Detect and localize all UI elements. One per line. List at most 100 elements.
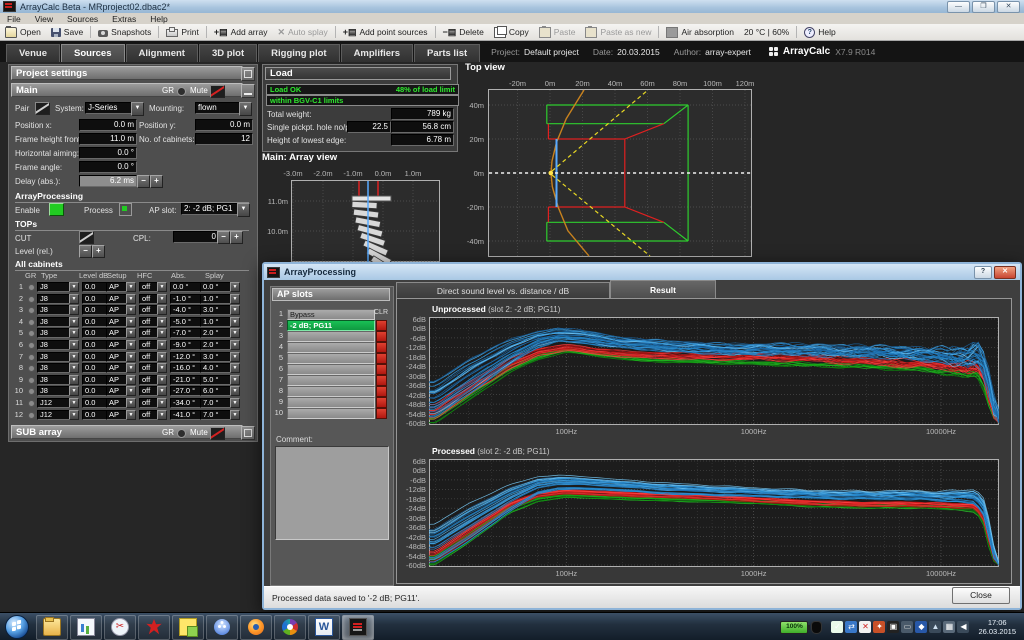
gr-dot[interactable] bbox=[28, 319, 35, 326]
taskbar-media-player[interactable] bbox=[70, 615, 102, 640]
dropdown-arrow-icon[interactable] bbox=[157, 294, 167, 304]
level-field[interactable]: 0.0 bbox=[82, 375, 108, 385]
splay-field[interactable]: 1.0 ° bbox=[200, 294, 232, 304]
level-minus-button[interactable]: − bbox=[79, 245, 92, 258]
type-select[interactable]: J8 bbox=[37, 363, 71, 373]
clr-button[interactable] bbox=[376, 386, 387, 397]
abs-field[interactable]: -1.0 ° bbox=[170, 294, 202, 304]
security-icon[interactable]: ◆ bbox=[915, 621, 927, 633]
dropdown-arrow-icon[interactable] bbox=[230, 352, 240, 362]
type-select[interactable]: J8 bbox=[37, 317, 71, 327]
splay-field[interactable]: 2.0 ° bbox=[200, 340, 232, 350]
splay-field[interactable]: 0.0 ° bbox=[200, 282, 232, 292]
mouse-icon[interactable] bbox=[811, 621, 822, 634]
cabinet-count-field[interactable]: 12 bbox=[195, 133, 253, 145]
update-icon[interactable]: ✦ bbox=[873, 621, 885, 633]
mounting-dropdown-icon[interactable] bbox=[239, 102, 252, 116]
type-select[interactable]: J12 bbox=[37, 398, 71, 408]
dropdown-arrow-icon[interactable] bbox=[126, 282, 136, 292]
abs-field[interactable]: -9.0 ° bbox=[170, 340, 202, 350]
dropdown-arrow-icon[interactable] bbox=[126, 305, 136, 315]
position-x-field[interactable]: 0.0 m bbox=[79, 119, 137, 131]
dropdown-arrow-icon[interactable] bbox=[230, 282, 240, 292]
taskbar-collaboration-app[interactable] bbox=[206, 615, 238, 640]
pickpoint-hole-field[interactable]: 22.5 bbox=[347, 121, 391, 133]
ap-slot-dropdown-icon[interactable] bbox=[237, 203, 250, 217]
splay-field[interactable]: 3.0 ° bbox=[200, 305, 232, 315]
comment-textarea[interactable] bbox=[275, 446, 389, 540]
clr-button[interactable] bbox=[376, 375, 387, 386]
dropdown-arrow-icon[interactable] bbox=[69, 317, 79, 327]
dropdown-arrow-icon[interactable] bbox=[157, 305, 167, 315]
level-field[interactable]: 0.0 bbox=[82, 282, 108, 292]
gr-dot[interactable] bbox=[28, 296, 35, 303]
dropdown-arrow-icon[interactable] bbox=[126, 294, 136, 304]
gr-dot[interactable] bbox=[28, 342, 35, 349]
dropdown-arrow-icon[interactable] bbox=[230, 317, 240, 327]
type-select[interactable]: J8 bbox=[37, 328, 71, 338]
project-settings-header[interactable]: Project settings bbox=[11, 66, 243, 80]
type-select[interactable]: J8 bbox=[37, 340, 71, 350]
level-field[interactable]: 0.0 bbox=[82, 340, 108, 350]
gr-dot[interactable] bbox=[28, 412, 35, 419]
dropdown-arrow-icon[interactable] bbox=[230, 340, 240, 350]
vm-icon[interactable]: ▣ bbox=[887, 621, 899, 633]
dropdown-arrow-icon[interactable] bbox=[69, 328, 79, 338]
taskbar-explorer[interactable] bbox=[36, 615, 68, 640]
abs-field[interactable]: -41.0 ° bbox=[170, 410, 202, 420]
dropdown-arrow-icon[interactable] bbox=[230, 328, 240, 338]
dialog-help-button[interactable]: ? bbox=[974, 266, 992, 279]
splay-field[interactable]: 4.0 ° bbox=[200, 363, 232, 373]
level-field[interactable]: 0.0 bbox=[82, 352, 108, 362]
dropdown-arrow-icon[interactable] bbox=[126, 340, 136, 350]
cpl-plus-button[interactable]: + bbox=[230, 231, 243, 244]
dropdown-arrow-icon[interactable] bbox=[69, 294, 79, 304]
sub-mute-button[interactable] bbox=[210, 427, 225, 440]
abs-field[interactable]: 0.0 ° bbox=[170, 282, 202, 292]
tab-alignment[interactable]: Alignment bbox=[126, 44, 198, 62]
toolbar-copy-button[interactable]: Copy bbox=[489, 25, 534, 39]
splay-field[interactable]: 7.0 ° bbox=[200, 398, 232, 408]
dropdown-arrow-icon[interactable] bbox=[157, 363, 167, 373]
gr-dot[interactable] bbox=[28, 377, 35, 384]
gr-dot[interactable] bbox=[28, 354, 35, 361]
abs-field[interactable]: -21.0 ° bbox=[170, 375, 202, 385]
toolbar-save-button[interactable]: Save bbox=[46, 25, 88, 39]
dropdown-arrow-icon[interactable] bbox=[126, 410, 136, 420]
dropdown-arrow-icon[interactable] bbox=[126, 352, 136, 362]
abs-field[interactable]: -16.0 ° bbox=[170, 363, 202, 373]
splay-field[interactable]: 6.0 ° bbox=[200, 386, 232, 396]
type-select[interactable]: J8 bbox=[37, 294, 71, 304]
abs-field[interactable]: -34.0 ° bbox=[170, 398, 202, 408]
dropdown-arrow-icon[interactable] bbox=[230, 386, 240, 396]
tab-rigging-plot[interactable]: Rigging plot bbox=[258, 44, 339, 62]
gr-dot[interactable] bbox=[28, 284, 35, 291]
dropdown-arrow-icon[interactable] bbox=[126, 398, 136, 408]
device-icon[interactable]: ▦ bbox=[943, 621, 955, 633]
splay-field[interactable]: 1.0 ° bbox=[200, 317, 232, 327]
taskbar-firefox[interactable] bbox=[240, 615, 272, 640]
dialog-close-button[interactable]: Close bbox=[952, 587, 1010, 604]
dropdown-arrow-icon[interactable] bbox=[126, 328, 136, 338]
dialog-close-icon[interactable]: ✕ bbox=[994, 266, 1016, 279]
type-select[interactable]: J12 bbox=[37, 410, 71, 420]
restore-button[interactable]: ❐ bbox=[972, 1, 995, 13]
tab-venue[interactable]: Venue bbox=[6, 44, 60, 62]
enable-button[interactable] bbox=[49, 203, 64, 216]
collapse-icon[interactable] bbox=[241, 67, 255, 81]
cut-button[interactable] bbox=[79, 231, 94, 244]
ap-slot-2[interactable]: -2 dB; PG11 bbox=[287, 320, 375, 331]
antivirus-icon[interactable]: ✓ bbox=[831, 621, 843, 633]
display-icon[interactable]: ▭ bbox=[901, 621, 913, 633]
toolbar-add-array-button[interactable]: +▤Add array bbox=[209, 25, 273, 39]
ap-slot-4[interactable] bbox=[287, 342, 375, 353]
taskbar-sticky-notes[interactable] bbox=[172, 615, 204, 640]
mute-button[interactable] bbox=[210, 85, 225, 98]
main-section-header[interactable]: Main GR Mute bbox=[11, 83, 243, 97]
dropdown-arrow-icon[interactable] bbox=[230, 410, 240, 420]
air-absorption-toggle[interactable]: Air absorption bbox=[661, 25, 738, 39]
network-icon[interactable]: ▲ bbox=[929, 621, 941, 633]
dropdown-arrow-icon[interactable] bbox=[157, 282, 167, 292]
dropdown-arrow-icon[interactable] bbox=[126, 386, 136, 396]
taskbar-picasa[interactable] bbox=[274, 615, 306, 640]
